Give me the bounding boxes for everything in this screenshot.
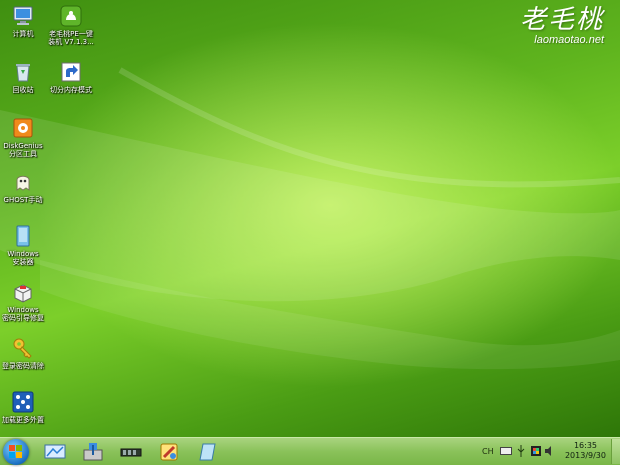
- taskbar-app-network[interactable]: [42, 441, 68, 463]
- taskbar-app-install[interactable]: [80, 441, 106, 463]
- desktop-icon-label: Windows: [7, 250, 39, 258]
- desktop-icon-label: 老毛桃PE一键: [49, 30, 93, 38]
- network-status-icon[interactable]: [530, 445, 542, 459]
- ghost-icon: [16, 175, 30, 191]
- taskbar: CH 16:35 2013/9/30: [0, 437, 620, 465]
- windows-repair-icon: [14, 284, 32, 303]
- desktop-icon-diskgenius[interactable]: DiskGenius 分区工具: [0, 116, 51, 158]
- desktop-icon-label-line2: 安装器: [12, 258, 34, 266]
- ime-indicator[interactable]: CH: [482, 447, 494, 456]
- windows-logo-icon: [9, 445, 22, 458]
- desktop-icon-password-clear[interactable]: 登录密码清除: [0, 336, 51, 370]
- disk-app-icon: [199, 443, 216, 461]
- brand-watermark: 老毛桃 laomaotao.net: [520, 6, 604, 46]
- desktop-icon-ghost[interactable]: GHOST手动: [0, 170, 51, 204]
- desktop-icon-label: 切分内存模式: [50, 86, 92, 94]
- desktop-icon-label-line2: 密码引导修复: [2, 314, 44, 322]
- lmt-install-icon: [60, 5, 82, 27]
- desktop-icon-windows-repair[interactable]: Windows 密码引导修复: [0, 280, 51, 322]
- desktop-icon-label-line2: 分区工具: [9, 150, 37, 158]
- volume-icon[interactable]: [544, 445, 556, 459]
- recycle-bin-icon: [16, 64, 30, 82]
- desktop-icon-label: Windows: [7, 306, 39, 314]
- clock-date: 2013/9/30: [564, 451, 606, 460]
- desktop-icon-label: 登录密码清除: [2, 362, 44, 370]
- show-desktop-button[interactable]: [611, 439, 620, 464]
- desktop-icon-label: 加载更多外置: [2, 416, 44, 424]
- taskbar-app-disk[interactable]: [194, 441, 220, 463]
- key-icon: [13, 338, 32, 359]
- brand-logo: 老毛桃: [519, 5, 604, 35]
- desktop-icon-label: DiskGenius: [3, 142, 43, 150]
- keyboard-icon[interactable]: [500, 446, 512, 458]
- taskbar-app-tools[interactable]: [156, 441, 182, 463]
- desktop-icon-label-line2: 装机 V7.1.3...: [48, 38, 94, 46]
- desktop-background[interactable]: 老毛桃 laomaotao.net 计算机 老毛桃PE一键 装机 V7.1.3.…: [0, 0, 620, 437]
- install-app-icon: [83, 443, 103, 461]
- shortcut-icon: [61, 62, 81, 82]
- start-button[interactable]: [3, 439, 29, 465]
- tools-app-icon: [160, 443, 178, 461]
- computer-icon: [13, 6, 33, 25]
- memory-app-icon: [120, 448, 142, 457]
- brand-url: laomaotao.net: [534, 34, 604, 46]
- taskbar-clock[interactable]: 16:35 2013/9/30: [565, 441, 606, 461]
- clock-time: 16:35: [573, 441, 598, 450]
- usb-icon[interactable]: [516, 445, 526, 459]
- network-app-icon: [44, 444, 66, 459]
- windows-installer-icon: [16, 225, 30, 247]
- desktop-icon-lmt-install[interactable]: 老毛桃PE一键 装机 V7.1.3...: [43, 4, 99, 46]
- taskbar-app-memory[interactable]: [118, 441, 144, 463]
- desktop-icon-windows-installer[interactable]: Windows 安装器: [0, 224, 51, 266]
- system-tray: CH 16:35 2013/9/30: [480, 438, 620, 466]
- desktop-icon-label: GHOST手动: [3, 196, 43, 204]
- load-more-icon: [12, 391, 34, 413]
- desktop-icon-load-more[interactable]: 加载更多外置: [0, 390, 51, 424]
- diskgenius-icon: [13, 118, 33, 138]
- desktop-icon-shortcut[interactable]: 切分内存模式: [43, 60, 99, 94]
